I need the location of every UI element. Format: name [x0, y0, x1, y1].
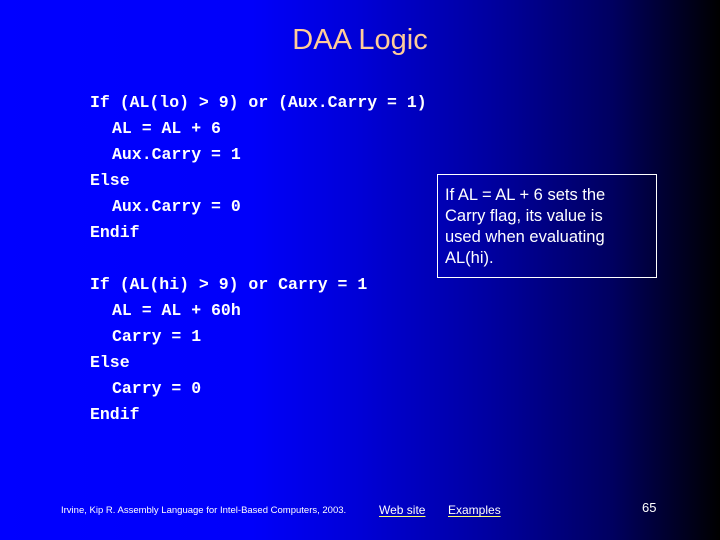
code-line: If (AL(hi) > 9) or Carry = 1: [90, 275, 368, 294]
code-line: Aux.Carry = 1: [112, 145, 241, 164]
footer-citation: Irvine, Kip R. Assembly Language for Int…: [61, 505, 347, 516]
callout-box: If AL = AL + 6 sets the Carry flag, its …: [437, 174, 657, 278]
callout-line: Carry flag, its value is: [445, 207, 603, 225]
slide-title: DAA Logic: [292, 24, 428, 56]
code-line: AL = AL + 6: [112, 119, 221, 138]
code-block-aux-carry: If (AL(lo) > 9) or (Aux.Carry = 1) AL = …: [90, 90, 427, 246]
code-line: Else: [90, 353, 130, 372]
code-line: Else: [90, 171, 130, 190]
callout-line: If AL = AL + 6 sets the: [445, 186, 606, 204]
code-line: If (AL(lo) > 9) or (Aux.Carry = 1): [90, 93, 427, 112]
examples-link[interactable]: Examples: [448, 503, 501, 517]
code-line: Carry = 1: [112, 327, 202, 346]
callout-line: AL(hi).: [445, 249, 494, 267]
code-line: Aux.Carry = 0: [112, 197, 241, 216]
code-line: AL = AL + 60h: [112, 301, 241, 320]
callout-line: used when evaluating: [445, 228, 605, 246]
code-line: Endif: [90, 405, 140, 424]
code-block-carry: If (AL(hi) > 9) or Carry = 1 AL = AL + 6…: [90, 272, 367, 428]
code-line: Endif: [90, 223, 140, 242]
web-site-link[interactable]: Web site: [379, 503, 425, 517]
code-line: Carry = 0: [112, 379, 202, 398]
page-number: 65: [642, 500, 657, 515]
